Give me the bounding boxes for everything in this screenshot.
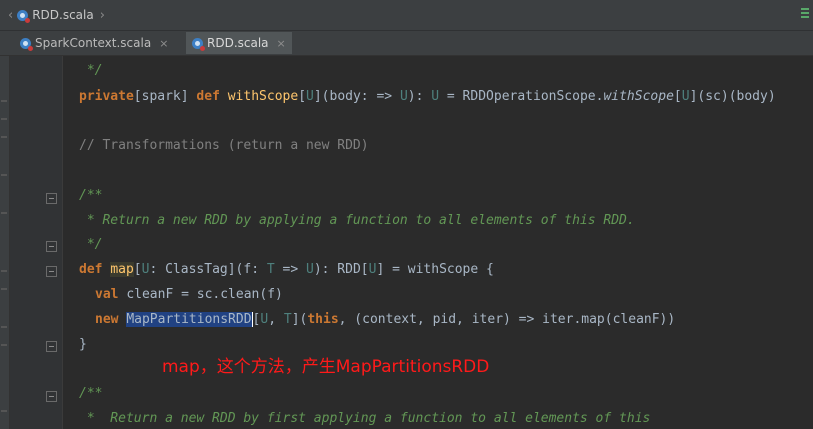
chevron-left-icon: ‹ xyxy=(8,7,14,23)
navigation-bar: ‹ RDD.scala › xyxy=(0,0,813,31)
fold-icon[interactable] xyxy=(46,266,57,277)
code-line: * Return a new RDD by first applying a f… xyxy=(79,411,651,426)
breadcrumb[interactable]: ‹ RDD.scala › xyxy=(8,5,105,25)
selected-text[interactable]: MapPartitionsRDD xyxy=(126,312,252,327)
close-icon[interactable]: × xyxy=(277,37,286,50)
code-line: // Transformations (return a new RDD) xyxy=(79,138,369,153)
fold-icon[interactable] xyxy=(46,241,57,252)
editor-tabs: SparkContext.scala × RDD.scala × xyxy=(0,31,813,56)
scala-file-icon xyxy=(192,37,205,51)
scala-file-icon xyxy=(20,37,33,51)
close-icon[interactable]: × xyxy=(159,37,168,50)
code-line: */ xyxy=(79,63,103,78)
code-line: private[spark] def withScope[U](body: =>… xyxy=(79,89,776,104)
code-line: /** xyxy=(79,188,103,203)
project-panel-edge[interactable] xyxy=(0,56,10,429)
code-line: */ xyxy=(79,237,103,252)
code-line: } xyxy=(79,337,87,352)
annotation-text: map，这个方法，产生MapPartitionsRDD xyxy=(162,357,490,377)
code-line: new MapPartitionsRDD[U, T](this, (contex… xyxy=(95,312,676,327)
code-line: def map[U: ClassTag](f: T => U): RDD[U] … xyxy=(79,262,494,277)
breadcrumb-file[interactable]: RDD.scala xyxy=(32,8,94,22)
status-icon xyxy=(801,8,809,18)
code-line: * Return a new RDD by applying a functio… xyxy=(79,213,635,228)
code-line: val cleanF = sc.clean(f) xyxy=(95,287,283,302)
scala-file-icon xyxy=(17,9,31,23)
code-line: /** xyxy=(79,386,103,401)
fold-icon[interactable] xyxy=(46,193,57,204)
fold-icon[interactable] xyxy=(46,391,57,402)
fold-icon[interactable] xyxy=(46,341,57,352)
chevron-right-icon: › xyxy=(99,7,105,23)
tab-sparkcontext[interactable]: SparkContext.scala × xyxy=(14,32,174,54)
tab-rdd[interactable]: RDD.scala × xyxy=(186,32,292,54)
tab-label: SparkContext.scala xyxy=(35,36,152,50)
editor-gutter[interactable] xyxy=(10,56,63,429)
tab-label: RDD.scala xyxy=(207,36,269,50)
